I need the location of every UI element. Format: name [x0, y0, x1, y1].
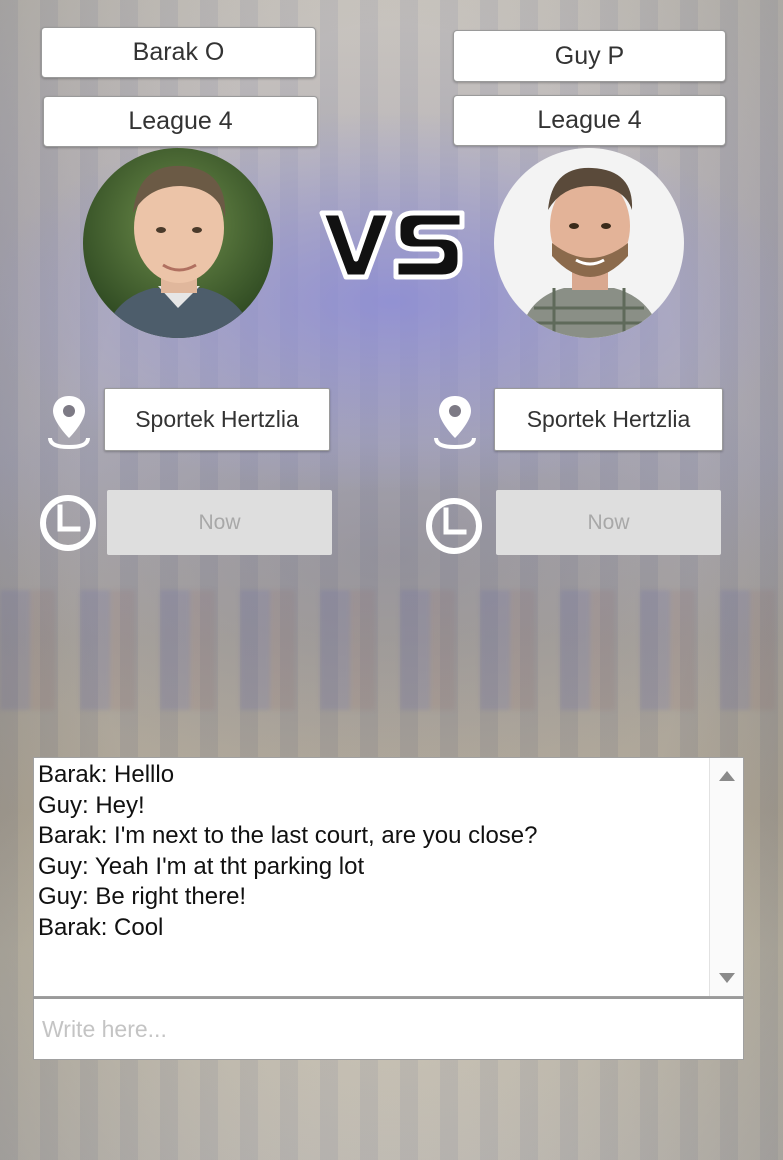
scroll-up-arrow-icon[interactable] — [719, 771, 735, 781]
player1-league-field[interactable]: League 4 — [43, 96, 318, 147]
scroll-down-arrow-icon[interactable] — [719, 973, 735, 983]
chat-message: Guy: Hey! — [38, 791, 145, 819]
player1-avatar — [83, 148, 273, 338]
chat-log[interactable]: Barak: Helllo Guy: Hey! Barak: I'm next … — [33, 757, 744, 997]
chat-message: Barak: Cool — [38, 913, 164, 941]
chat-messages: Barak: Helllo Guy: Hey! Barak: I'm next … — [38, 760, 707, 943]
clock-icon — [38, 493, 98, 558]
location-pin-icon — [430, 392, 480, 455]
player2-name-field[interactable]: Guy P — [453, 30, 726, 82]
chat-message: Barak: I'm next to the last court, are y… — [38, 822, 538, 849]
chat-message: Barak: Helllo — [38, 761, 175, 788]
clock-icon — [424, 496, 484, 561]
player1-location-button[interactable]: Sportek Hertzlia — [104, 388, 330, 451]
player2-league-field[interactable]: League 4 — [453, 95, 726, 146]
location-pin-icon — [44, 392, 94, 455]
chat-message: Guy: Be right there! — [38, 883, 247, 910]
player2-time-button[interactable]: Now — [496, 490, 721, 555]
player1-name-field[interactable]: Barak O — [41, 27, 316, 78]
player2-avatar — [494, 148, 684, 338]
chat-message: Guy: Yeah I'm at tht parking lot — [38, 852, 365, 880]
versus-label — [318, 205, 466, 288]
chat-message-input[interactable] — [33, 997, 744, 1060]
chat-scrollbar[interactable] — [709, 758, 743, 996]
player2-location-button[interactable]: Sportek Hertzlia — [494, 388, 723, 451]
player1-time-button[interactable]: Now — [107, 490, 332, 555]
